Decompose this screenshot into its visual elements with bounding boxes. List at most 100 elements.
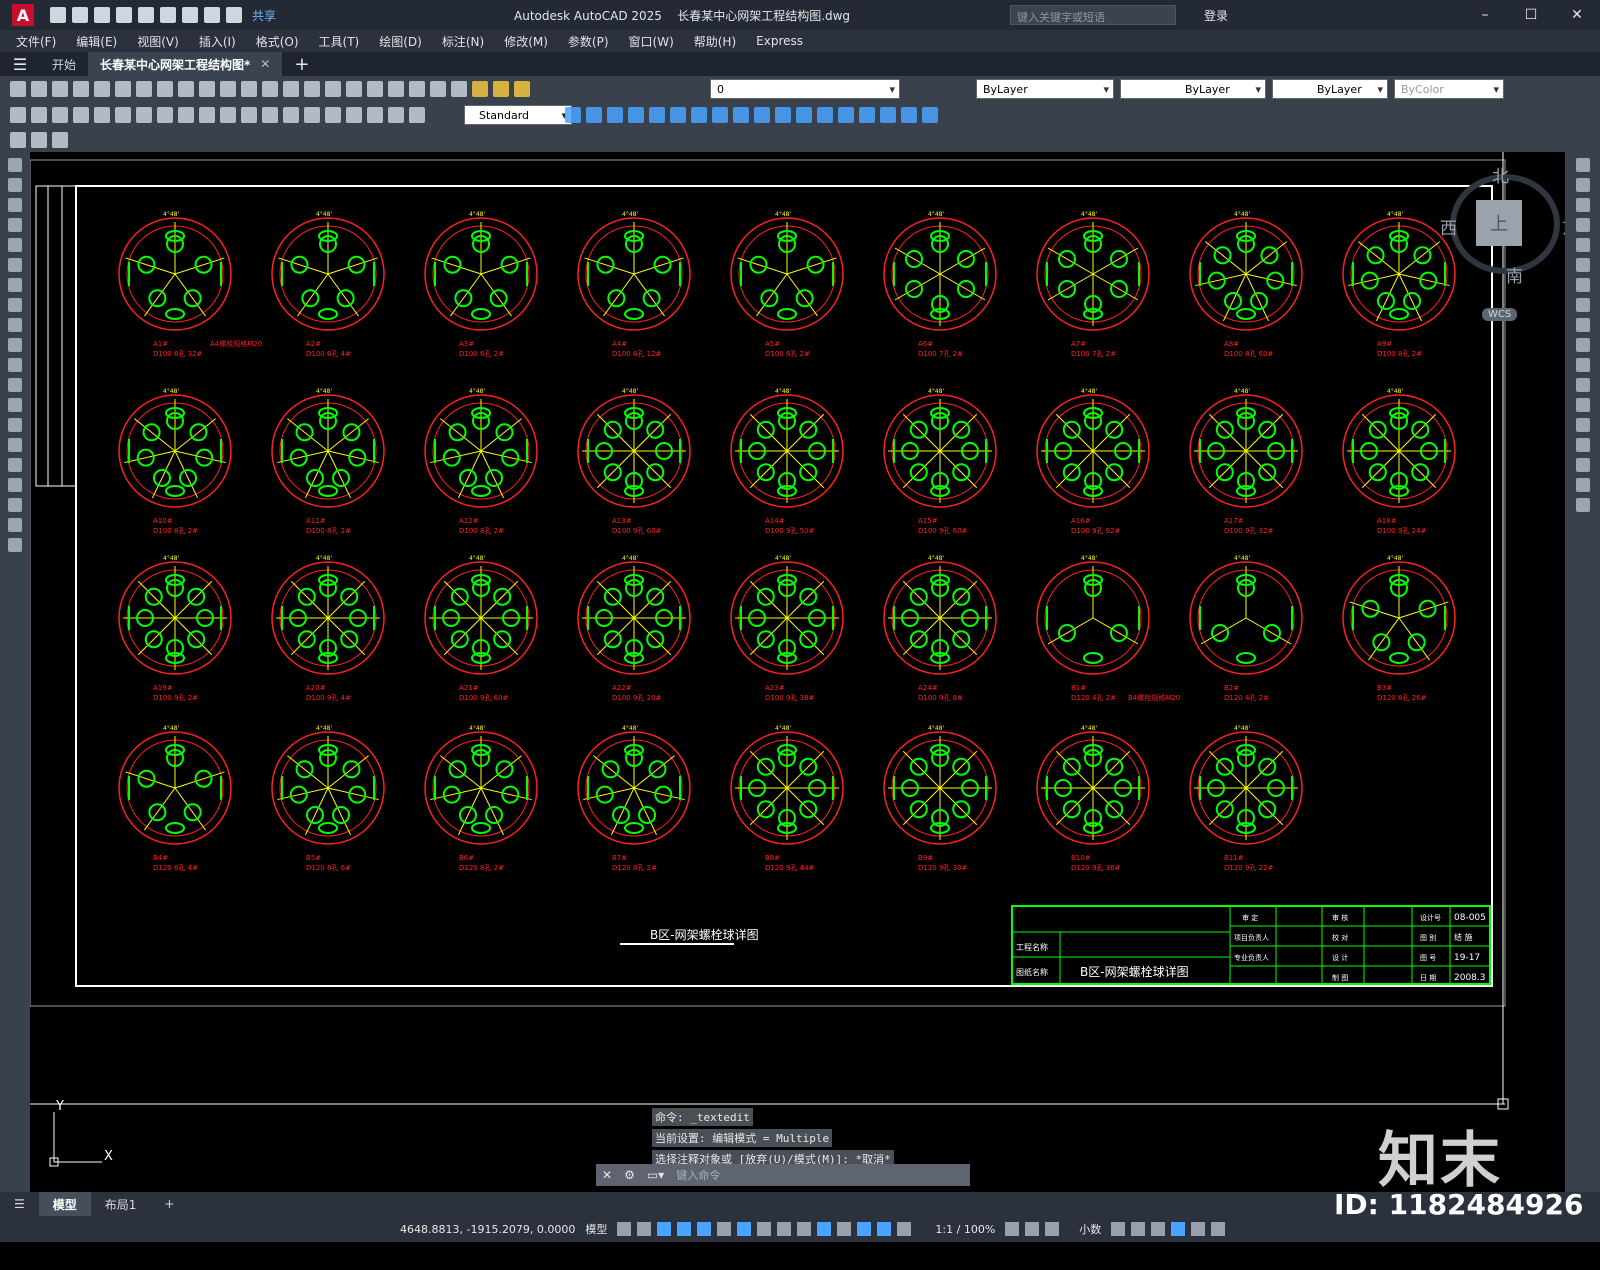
color-select[interactable]: ByLayer: [976, 79, 1114, 99]
revcloud-icon[interactable]: [8, 298, 22, 312]
tab-layout1[interactable]: 布局1: [91, 1192, 151, 1216]
revolve-icon[interactable]: [733, 107, 749, 123]
dim-baseline-icon[interactable]: [199, 107, 215, 123]
extend-icon[interactable]: [1575, 358, 1590, 372]
web-icon[interactable]: [138, 7, 154, 23]
dim-break-icon[interactable]: [262, 107, 278, 123]
copy-icon[interactable]: [157, 81, 173, 97]
insert-block-icon[interactable]: [10, 132, 26, 148]
dim-continue-icon[interactable]: [220, 107, 236, 123]
lock-icon[interactable]: [514, 81, 530, 97]
isolate-icon[interactable]: [1151, 1222, 1166, 1236]
polygon-icon[interactable]: [8, 218, 22, 232]
dim-angular-icon[interactable]: [157, 107, 173, 123]
recent-commands-icon[interactable]: ▭▾: [647, 1168, 664, 1182]
ortho-icon[interactable]: [677, 1222, 692, 1236]
workspace-gear-icon[interactable]: [1005, 1222, 1020, 1236]
annotation-visibility-icon[interactable]: [877, 1222, 892, 1236]
zoom-window-icon[interactable]: [304, 81, 320, 97]
sun-icon[interactable]: [493, 81, 509, 97]
table-icon[interactable]: [8, 498, 22, 512]
tab-model[interactable]: 模型: [38, 1192, 91, 1216]
region-icon[interactable]: [8, 478, 22, 492]
new-tab-icon[interactable]: +: [294, 54, 309, 75]
undo-icon[interactable]: [204, 7, 220, 23]
fillet-icon[interactable]: [1575, 458, 1590, 472]
quick-dim-icon[interactable]: [178, 107, 194, 123]
polar-icon[interactable]: [697, 1222, 712, 1236]
viewcube-east[interactable]: 东: [1562, 214, 1565, 239]
point-icon[interactable]: [8, 418, 22, 432]
align-3d-icon[interactable]: [901, 107, 917, 123]
add-icon[interactable]: [1025, 1222, 1040, 1236]
tolerance-icon[interactable]: [283, 107, 299, 123]
print-icon[interactable]: [182, 7, 198, 23]
save-icon[interactable]: [52, 81, 68, 97]
pan-icon[interactable]: [262, 81, 278, 97]
scale-icon[interactable]: [1575, 298, 1590, 312]
menu-modify[interactable]: 修改(M): [504, 33, 548, 50]
ellipse-arc-icon[interactable]: [8, 358, 22, 372]
stretch-icon[interactable]: [1575, 318, 1590, 332]
circle-icon[interactable]: [8, 278, 22, 292]
redo-icon[interactable]: [241, 81, 257, 97]
linetype-select[interactable]: ByLayer: [1120, 79, 1266, 99]
spline-icon[interactable]: [8, 318, 22, 332]
sphere-icon[interactable]: [628, 107, 644, 123]
hamburger-icon[interactable]: ☰: [0, 55, 40, 74]
dim-aligned-icon[interactable]: [31, 107, 47, 123]
snap-icon[interactable]: [637, 1222, 652, 1236]
sweep-icon[interactable]: [754, 107, 770, 123]
hardware-accel-icon[interactable]: [1171, 1222, 1186, 1236]
3d-osnap-icon[interactable]: [817, 1222, 832, 1236]
move-icon[interactable]: [1575, 258, 1590, 272]
paste-icon[interactable]: [178, 81, 194, 97]
lineweight-select[interactable]: ByLayer: [1272, 79, 1388, 99]
viewcube[interactable]: 北 西 东 南 上 WCS: [1440, 162, 1565, 321]
break-icon[interactable]: [1575, 398, 1590, 412]
menu-tools[interactable]: 工具(T): [319, 33, 360, 50]
gizmo-icon[interactable]: [857, 1222, 872, 1236]
calculator-icon[interactable]: [409, 81, 425, 97]
new-icon[interactable]: [10, 81, 26, 97]
menu-window[interactable]: 窗口(W): [629, 33, 674, 50]
menu-view[interactable]: 视图(V): [137, 33, 179, 50]
pyramid-icon[interactable]: [691, 107, 707, 123]
insert-icon[interactable]: [8, 378, 22, 392]
properties-icon[interactable]: [325, 81, 341, 97]
wedge-icon[interactable]: [586, 107, 602, 123]
subtract-icon[interactable]: [817, 107, 833, 123]
annotation-scale[interactable]: 1:1 / 100%: [935, 1223, 995, 1236]
dim-edit-icon[interactable]: [367, 107, 383, 123]
selection-cycling-icon[interactable]: [797, 1222, 812, 1236]
menu-edit[interactable]: 编辑(E): [76, 33, 117, 50]
menu-help[interactable]: 帮助(H): [694, 33, 736, 50]
viewcube-west[interactable]: 西: [1440, 214, 1457, 239]
quick-properties-icon[interactable]: [1111, 1222, 1126, 1236]
trim-icon[interactable]: [1575, 338, 1590, 352]
center-mark-icon[interactable]: [304, 107, 320, 123]
login-button[interactable]: 登录: [1204, 7, 1228, 24]
tab-document[interactable]: 长春某中心网架工程结构图* ✕: [88, 52, 283, 76]
isodraft-icon[interactable]: [717, 1222, 732, 1236]
close-command-icon[interactable]: ✕: [602, 1168, 612, 1182]
offset-icon[interactable]: [1575, 218, 1590, 232]
erase-icon[interactable]: [1575, 158, 1590, 172]
maximize-icon[interactable]: ☐: [1508, 0, 1554, 30]
break-point-icon[interactable]: [1575, 378, 1590, 392]
grid-icon[interactable]: [617, 1222, 632, 1236]
dim-text-edit-icon[interactable]: [388, 107, 404, 123]
rectangle-icon[interactable]: [8, 238, 22, 252]
join-icon[interactable]: [1575, 418, 1590, 432]
undo-icon[interactable]: [220, 81, 236, 97]
extrude-icon[interactable]: [712, 107, 728, 123]
drawing-svg[interactable]: 4°48'A1#D100 6孔 32#4°48'A2#D100 6孔 4#4°4…: [30, 152, 1565, 1192]
make-block-icon[interactable]: [31, 132, 47, 148]
array-3d-icon[interactable]: [922, 107, 938, 123]
jogged-linear-icon[interactable]: [346, 107, 362, 123]
line-icon[interactable]: [8, 158, 22, 172]
lock-ui-icon[interactable]: [1131, 1222, 1146, 1236]
bulb-icon[interactable]: [472, 81, 488, 97]
mtext-icon[interactable]: [8, 518, 22, 532]
add-selected-icon[interactable]: [8, 538, 22, 552]
